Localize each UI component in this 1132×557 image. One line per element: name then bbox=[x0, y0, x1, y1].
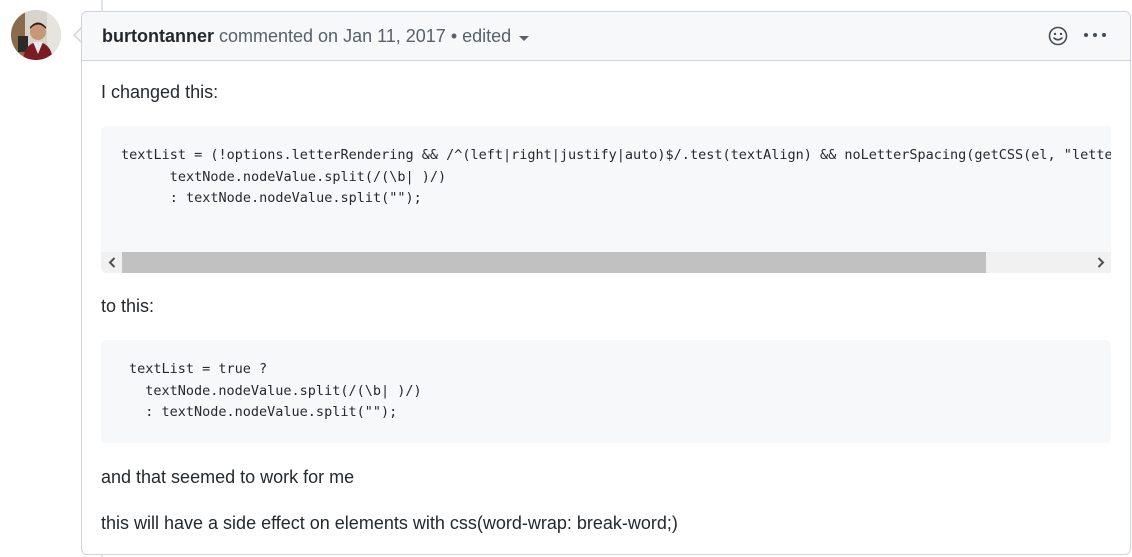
comment-box: burtontanner commented on Jan 11, 2017 •… bbox=[81, 11, 1131, 555]
code-block-before: textList = (!options.letterRendering && … bbox=[101, 126, 1111, 273]
smiley-icon[interactable] bbox=[1048, 26, 1068, 46]
author-link[interactable]: burtontanner bbox=[102, 26, 214, 46]
middle-text: to this: bbox=[101, 296, 155, 316]
scrollbar-thumb[interactable] bbox=[122, 252, 986, 273]
paragraph-1: and that seemed to work for me bbox=[101, 467, 355, 487]
kebab-horizontal-icon[interactable] bbox=[1082, 25, 1108, 45]
code-block-after: textList = true ? textNode.nodeValue.spl… bbox=[101, 340, 1111, 443]
comment-header: burtontanner commented on Jan 11, 2017 •… bbox=[82, 12, 1130, 61]
horizontal-scrollbar[interactable] bbox=[101, 252, 1111, 273]
caret-down-icon[interactable] bbox=[519, 35, 530, 41]
code-before-text: textList = (!options.letterRendering && … bbox=[121, 147, 1111, 206]
avatar-image bbox=[11, 10, 61, 60]
comment-action-text[interactable]: commented on Jan 11, 2017 • edited bbox=[214, 26, 511, 46]
chevron-left-icon[interactable] bbox=[106, 256, 119, 269]
chevron-right-icon[interactable] bbox=[1094, 256, 1107, 269]
intro-text: I changed this: bbox=[101, 82, 219, 102]
paragraph-2: this will have a side effect on elements… bbox=[101, 513, 678, 533]
code-after-text: textList = true ? textNode.nodeValue.spl… bbox=[129, 361, 422, 420]
avatar[interactable] bbox=[11, 10, 61, 60]
comment-meta: burtontanner commented on Jan 11, 2017 •… bbox=[102, 26, 530, 47]
